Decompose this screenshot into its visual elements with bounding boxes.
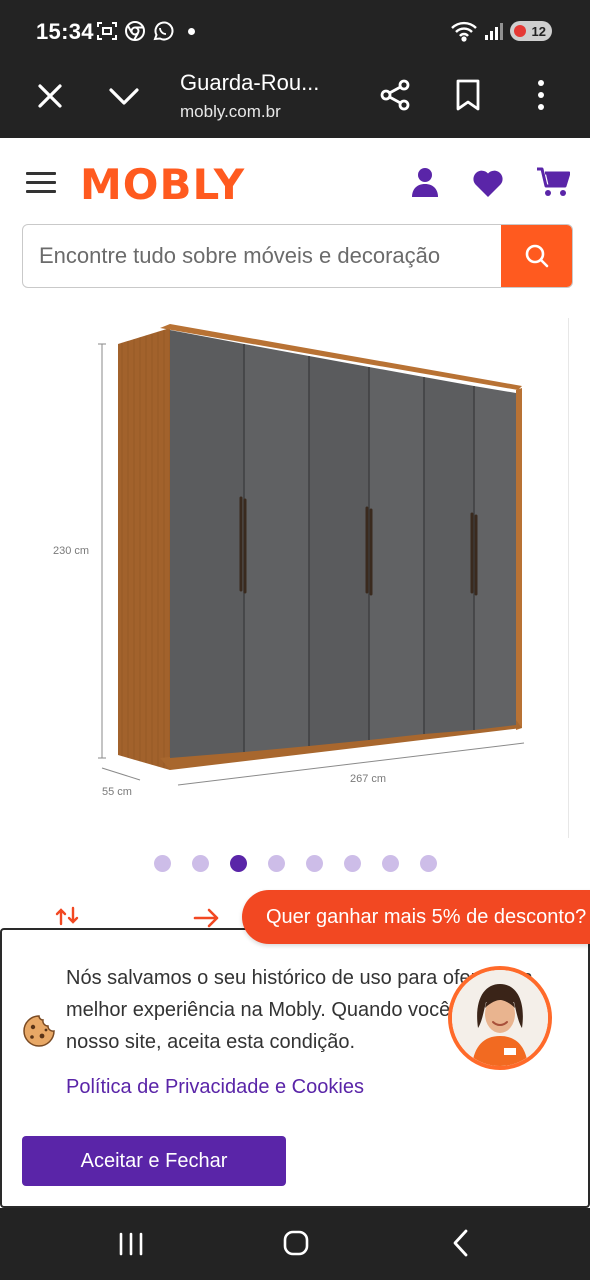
status-bar: 15:34 12	[0, 0, 590, 64]
carousel-pagination	[154, 855, 437, 872]
status-time: 15:34	[36, 19, 94, 44]
chrome-icon	[125, 21, 145, 41]
page-url: mobly.com.br	[180, 102, 281, 121]
width-dimension-label: 267 cm	[350, 773, 386, 785]
compare-icon[interactable]	[54, 906, 80, 926]
favorites-heart-icon[interactable]	[472, 168, 504, 198]
android-navigation-bar	[0, 1208, 590, 1280]
battery-indicator: 12	[510, 21, 552, 41]
carousel-next-slide-edge	[568, 318, 569, 838]
notification-icons	[96, 20, 195, 42]
chat-assistant-avatar[interactable]	[448, 966, 552, 1070]
screenshot-icon	[97, 22, 117, 40]
menu-icon[interactable]	[26, 172, 56, 194]
cookie-icon	[23, 1015, 55, 1047]
more-notifications-dot	[188, 27, 195, 35]
carousel-dot[interactable]	[192, 855, 209, 872]
recent-apps-icon[interactable]	[118, 1230, 144, 1258]
product-image-wardrobe[interactable]: 230 cm 267 cm 55 cm	[0, 300, 590, 840]
signal-icon	[485, 23, 503, 40]
browser-toolbar: Guarda-Rou... mobly.com.br	[0, 64, 590, 138]
share-icon[interactable]	[378, 78, 412, 112]
carousel-dot[interactable]	[382, 855, 399, 872]
battery-low-icon	[514, 25, 526, 37]
whatsapp-icon	[153, 21, 174, 41]
wifi-icon	[451, 21, 477, 42]
mobly-logo[interactable]: MOBLY	[80, 160, 245, 209]
carousel-dot[interactable]	[268, 855, 285, 872]
shopping-cart-icon[interactable]	[536, 166, 570, 198]
home-icon[interactable]	[282, 1228, 310, 1258]
site-header: MOBLY	[0, 138, 590, 224]
chevron-down-icon[interactable]	[106, 80, 142, 112]
page-title: Guarda-Rou...	[180, 70, 320, 95]
search-icon	[525, 244, 548, 268]
assistant-portrait	[452, 970, 548, 1066]
system-indicators: 12	[450, 20, 552, 42]
close-icon[interactable]	[34, 80, 66, 112]
arrow-right-icon[interactable]	[192, 906, 222, 930]
carousel-dot[interactable]	[344, 855, 361, 872]
accept-and-close-button[interactable]: Aceitar e Fechar	[22, 1136, 286, 1186]
carousel-dot[interactable]	[154, 855, 171, 872]
depth-dimension-label: 55 cm	[102, 786, 132, 798]
search-button[interactable]	[501, 225, 572, 287]
privacy-policy-link[interactable]: Política de Privacidade e Cookies	[66, 1076, 364, 1099]
discount-promo-button[interactable]: Quer ganhar mais 5% de desconto?	[242, 890, 590, 944]
carousel-dot-active[interactable]	[230, 855, 247, 872]
search-input[interactable]	[23, 225, 503, 287]
carousel-dot[interactable]	[306, 855, 323, 872]
battery-level: 12	[531, 23, 546, 39]
height-dimension-label: 230 cm	[53, 545, 89, 557]
more-menu-icon[interactable]	[530, 78, 552, 112]
search-bar	[22, 224, 573, 288]
back-icon[interactable]	[450, 1228, 472, 1258]
bookmark-icon[interactable]	[452, 78, 484, 112]
user-account-icon[interactable]	[410, 166, 440, 198]
carousel-dot[interactable]	[420, 855, 437, 872]
